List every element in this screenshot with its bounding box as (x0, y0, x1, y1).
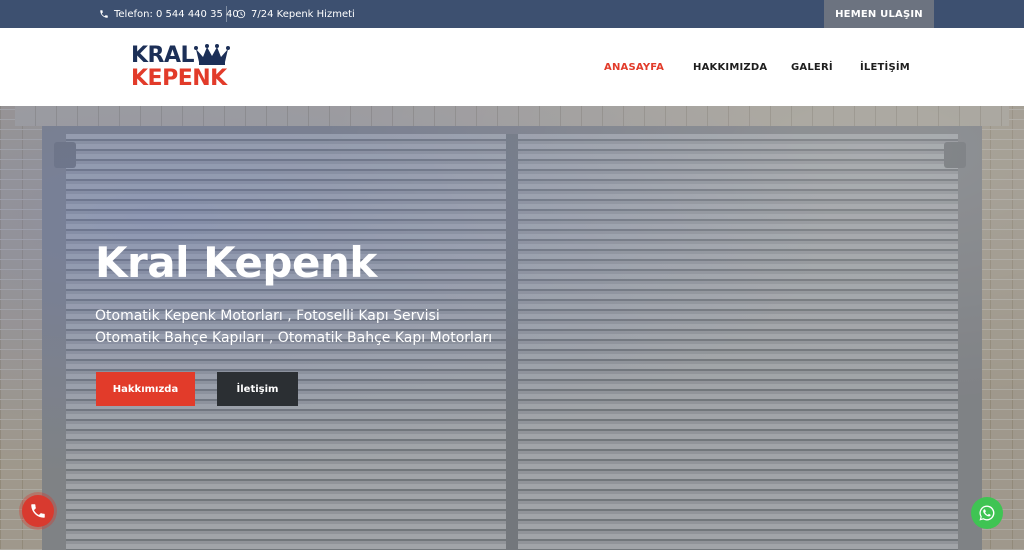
hero-section: Kral Kepenk Otomatik Kepenk Motorları , … (0, 106, 1024, 550)
nav-contact[interactable]: İLETİŞİM (860, 28, 910, 106)
phone-call-icon (31, 504, 45, 518)
hero-title: Kral Kepenk (95, 238, 377, 287)
site-header: KRAL KEPENK ANASAYFA HAKKIMIZDA GALERİ İ… (0, 28, 1024, 106)
hero-subtitle-line-2: Otomatik Bahçe Kapıları , Otomatik Bahçe… (95, 330, 493, 346)
clock-icon (236, 9, 246, 19)
topbar-divider (226, 6, 227, 22)
contact-button[interactable]: İletişim (217, 372, 298, 406)
phone-text: Telefon: 0 544 440 35 40 (114, 8, 239, 20)
service-hours: 7/24 Kepenk Hizmeti (236, 0, 355, 28)
nav-gallery[interactable]: GALERİ (791, 28, 833, 106)
service-text: 7/24 Kepenk Hizmeti (251, 8, 355, 20)
nav-home[interactable]: ANASAYFA (604, 28, 664, 106)
whatsapp-icon (979, 505, 995, 521)
logo-line-2: KEPENK (131, 66, 227, 91)
hero-subtitle-line-1: Otomatik Kepenk Motorları , Fotoselli Ka… (95, 308, 440, 324)
nav-about[interactable]: HAKKIMIZDA (693, 28, 767, 106)
floating-whatsapp-button[interactable] (971, 497, 1003, 529)
contact-now-button[interactable]: HEMEN ULAŞIN (824, 0, 934, 28)
phone-contact[interactable]: Telefon: 0 544 440 35 40 (99, 0, 239, 28)
site-logo[interactable]: KRAL KEPENK (131, 43, 231, 93)
logo-line-1: KRAL (131, 43, 195, 68)
crown-icon (194, 44, 230, 65)
top-bar: Telefon: 0 544 440 35 40 7/24 Kepenk Hiz… (0, 0, 1024, 28)
floating-call-button[interactable] (22, 495, 54, 527)
about-button[interactable]: Hakkımızda (96, 372, 195, 406)
phone-icon (100, 10, 108, 18)
hero-overlay (0, 106, 1024, 550)
